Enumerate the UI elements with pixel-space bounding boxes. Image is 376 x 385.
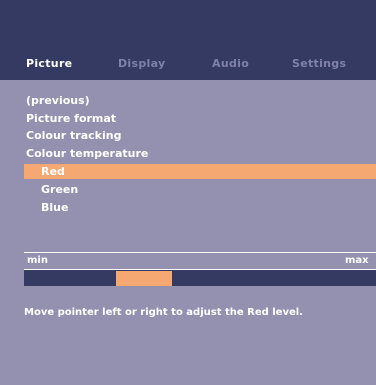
slider-max-label: max [345, 255, 369, 266]
settings-screen: Picture Display Audio Settings (previous… [0, 0, 376, 385]
slider-thumb[interactable] [115, 271, 172, 286]
slider-track[interactable] [24, 269, 376, 286]
menu-item-picture-format[interactable]: Picture format [26, 112, 116, 125]
tab-display[interactable]: Display [118, 57, 165, 70]
slider-min-label: min [27, 255, 48, 266]
hint-text: Move pointer left or right to adjust the… [24, 307, 303, 318]
tab-picture[interactable]: Picture [26, 57, 72, 70]
slider-divider [24, 252, 376, 253]
menu-item-previous[interactable]: (previous) [26, 94, 90, 107]
tab-settings[interactable]: Settings [292, 57, 346, 70]
submenu-item-red[interactable]: Red [41, 165, 65, 178]
menu-item-colour-tracking[interactable]: Colour tracking [26, 129, 121, 142]
submenu-item-green[interactable]: Green [41, 183, 78, 196]
selection-highlight [24, 164, 376, 179]
menu-item-colour-temperature[interactable]: Colour temperature [26, 147, 148, 160]
submenu-item-blue[interactable]: Blue [41, 201, 68, 214]
tab-audio[interactable]: Audio [212, 57, 249, 70]
header-bar: Picture Display Audio Settings [0, 0, 376, 80]
